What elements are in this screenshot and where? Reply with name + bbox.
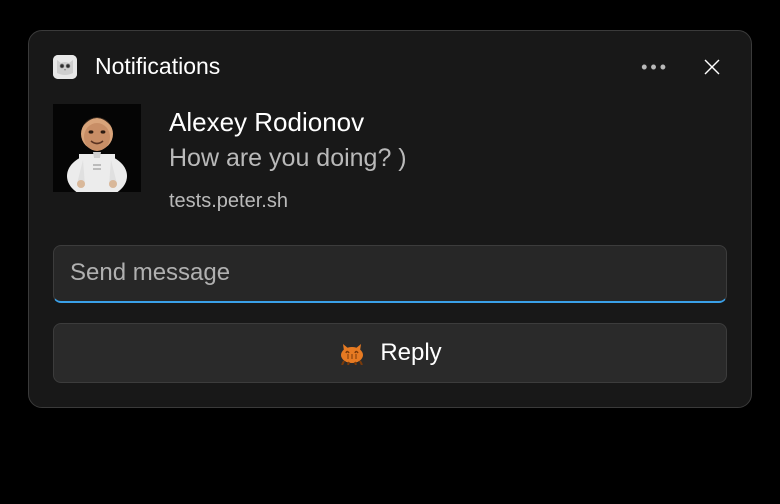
reply-button[interactable]: Reply	[53, 323, 727, 383]
orange-cat-icon	[338, 341, 366, 365]
source-link: tests.peter.sh	[169, 190, 407, 213]
message-body: How are you doing? )	[169, 141, 407, 176]
avatar	[53, 104, 141, 192]
header-actions: •••	[641, 58, 721, 76]
button-row: Reply	[53, 323, 727, 383]
close-icon[interactable]	[703, 58, 721, 76]
reply-button-label: Reply	[380, 339, 441, 367]
sender-name: Alexey Rodionov	[169, 106, 407, 139]
notification-header: Notifications •••	[53, 51, 727, 102]
input-row	[53, 245, 727, 303]
owl-icon	[53, 55, 77, 79]
notification-text: Alexey Rodionov How are you doing? ) tes…	[169, 104, 407, 213]
more-icon[interactable]: •••	[641, 58, 669, 76]
notification-toast: Notifications •••	[28, 30, 752, 408]
notification-content: Alexey Rodionov How are you doing? ) tes…	[53, 102, 727, 231]
message-input[interactable]	[53, 245, 727, 303]
notification-title: Notifications	[95, 53, 641, 80]
